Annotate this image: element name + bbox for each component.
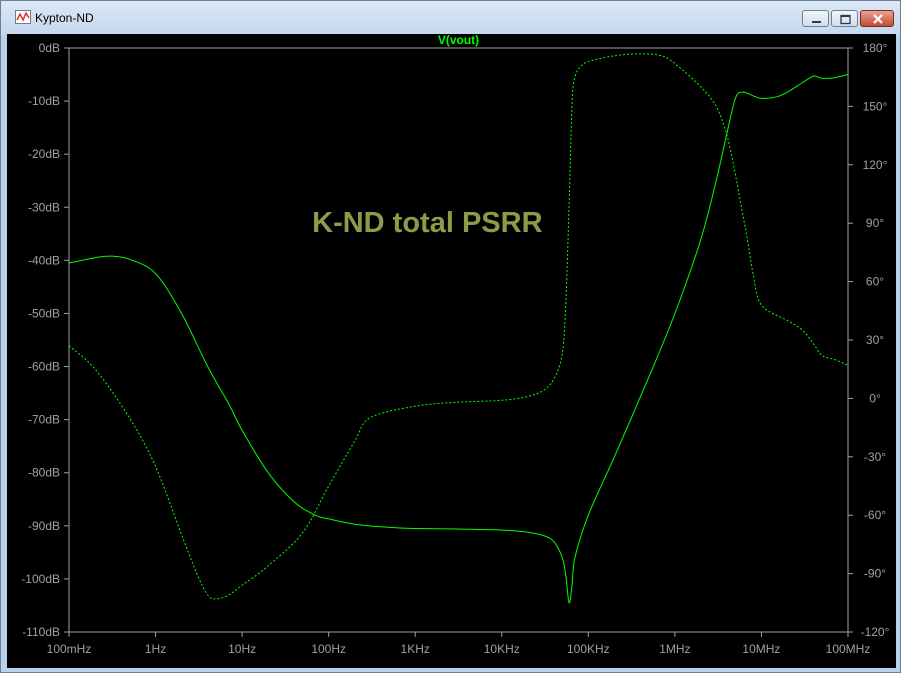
- y-tick-label: -40dB: [28, 253, 60, 267]
- y-tick-label: -70dB: [28, 413, 60, 427]
- y2-tick-label: -30°: [864, 450, 886, 464]
- y2-tick-label: -90°: [864, 567, 886, 581]
- y-tick-label: -60dB: [28, 360, 60, 374]
- y-tick-label: -80dB: [28, 466, 60, 480]
- y2-tick-label: 30°: [866, 333, 884, 347]
- y2-tick-label: -60°: [864, 508, 886, 522]
- y-tick-label: -100dB: [21, 572, 60, 586]
- maximize-button[interactable]: [831, 10, 858, 27]
- x-tick-label: 1KHz: [401, 642, 430, 656]
- x-tick-label: 100MHz: [826, 642, 871, 656]
- x-tick-label: 10MHz: [742, 642, 780, 656]
- title-bar[interactable]: Kypton-ND: [1, 1, 900, 35]
- x-tick-label: 1Hz: [145, 642, 166, 656]
- y-tick-label: -110dB: [22, 625, 60, 639]
- phase-trace: [68, 53, 849, 600]
- chart-title: V(vout): [438, 34, 479, 47]
- bode-plot[interactable]: V(vout) 100mHz 1Hz 10Hz 100Hz 1KHz 10KHz 100KHz…: [7, 34, 896, 668]
- y-tick-label: -50dB: [28, 306, 60, 320]
- x-tick-label: 10KHz: [484, 642, 520, 656]
- y-tick-label: 0dB: [39, 41, 60, 55]
- y2-tick-label: 120°: [863, 158, 888, 172]
- waveform-icon: [15, 10, 31, 24]
- minimize-button[interactable]: [802, 10, 829, 27]
- x-tick-label: 100Hz: [311, 642, 346, 656]
- magnitude-trace: [68, 74, 849, 604]
- y-tick-label: -10dB: [28, 94, 60, 108]
- app-window: Kypton-ND V(vout) 100mHz 1Hz 10Hz 100Hz 1KHz 1…: [0, 0, 901, 673]
- maximize-icon: [840, 14, 851, 25]
- x-tick-label: 10Hz: [228, 642, 256, 656]
- y2-tick-label: 180°: [863, 41, 888, 55]
- y-tick-label: -90dB: [28, 519, 60, 533]
- x-tick-label: 1MHz: [659, 642, 690, 656]
- y-tick-label: -30dB: [28, 200, 60, 214]
- plot-pane[interactable]: V(vout) 100mHz 1Hz 10Hz 100Hz 1KHz 10KHz 100KHz…: [7, 34, 896, 668]
- window-title: Kypton-ND: [35, 11, 94, 25]
- x-tick-label: 100mHz: [47, 642, 92, 656]
- y2-tick-label: 90°: [866, 216, 884, 230]
- close-button[interactable]: [860, 10, 894, 27]
- y-tick-label: -20dB: [28, 147, 60, 161]
- x-tick-label: 100KHz: [567, 642, 610, 656]
- minimize-icon: [812, 21, 821, 23]
- y2-tick-label: 150°: [863, 99, 888, 113]
- y2-tick-label: 60°: [866, 275, 884, 289]
- y2-tick-label: 0°: [869, 391, 881, 405]
- y2-tick-label: -120°: [861, 625, 890, 639]
- close-icon: [873, 14, 883, 24]
- plot-annotation: K-ND total PSRR: [312, 207, 542, 239]
